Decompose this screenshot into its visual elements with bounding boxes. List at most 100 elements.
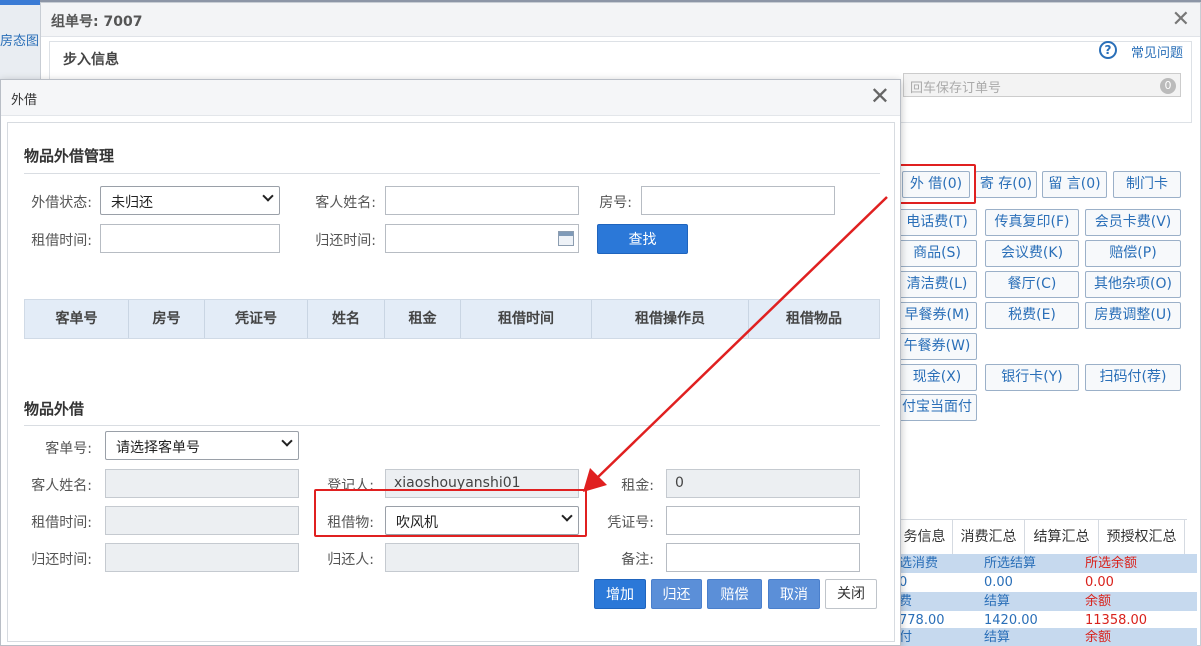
column-header[interactable]: 租借物品	[749, 300, 879, 338]
room-number-input[interactable]	[641, 186, 835, 215]
status-label: 外借状态:	[31, 195, 92, 211]
lend-dialog: 外借 ✕ 物品外借管理 外借状态: 未归还 客人姓名: 房号: 租借时间: 归还…	[0, 79, 901, 646]
summary-cell: 0.00	[1085, 575, 1114, 590]
manage-section-title: 物品外借管理	[24, 147, 115, 165]
note-label: 备注:	[621, 552, 654, 568]
deposit-button[interactable]: 寄 存(0)	[975, 171, 1037, 198]
status-select[interactable]: 未归还	[100, 186, 280, 215]
folio-title: 组单号: 7007	[51, 14, 143, 30]
item-select-highlight	[314, 489, 587, 537]
lend-section-title: 物品外借	[24, 400, 85, 418]
compensate-button[interactable]: 赔偿	[707, 579, 762, 609]
return-time-input[interactable]	[385, 224, 579, 253]
summary-row: 选消费 所选结算 所选余额	[897, 554, 1197, 573]
chevron-down-icon	[281, 435, 293, 447]
tab-preauth-summary[interactable]: 预授权汇总	[1099, 520, 1185, 554]
tab-room-status[interactable]: 房态图	[0, 30, 40, 52]
misc-button[interactable]: 其他杂项(O)	[1085, 271, 1181, 298]
compensation-button[interactable]: 赔偿(P)	[1085, 240, 1181, 267]
tax-button[interactable]: 税费(E)	[985, 302, 1079, 329]
lunch-voucher-button[interactable]: 午餐券(W)	[897, 333, 977, 360]
tab-settlement-summary[interactable]: 结算汇总	[1025, 520, 1099, 554]
close-icon[interactable]: ✕	[1172, 7, 1190, 32]
status-select-value: 未归还	[111, 195, 153, 211]
lend-dialog-title: 外借	[11, 93, 38, 108]
rent-time-field	[105, 506, 299, 535]
cash-button[interactable]: 现金(X)	[897, 364, 977, 391]
room-number-label: 房号:	[599, 195, 632, 211]
rent-time-label: 租借时间:	[31, 515, 92, 531]
voucher-label: 凭证号:	[607, 515, 654, 531]
summary-cell: 余额	[1085, 630, 1112, 645]
cancel-button[interactable]: 取消	[768, 579, 820, 609]
guest-name-input[interactable]	[385, 186, 579, 215]
summary-row: 0 0.00 0.00	[897, 573, 1197, 592]
scan-pay-button[interactable]: 扫码付(荐)	[1085, 364, 1181, 391]
fax-copy-button[interactable]: 传真复印(F)	[985, 209, 1079, 236]
note-input[interactable]	[666, 543, 860, 572]
divider	[24, 173, 880, 174]
close-button[interactable]: 关闭	[825, 579, 877, 609]
lend-dialog-body: 物品外借管理 外借状态: 未归还 客人姓名: 房号: 租借时间: 归还时间: 查…	[7, 122, 895, 642]
summary-cell: 所选结算	[984, 556, 1037, 571]
summary-row: 费 结算 余额	[897, 592, 1197, 611]
summary-row: 付 结算 余额	[897, 628, 1197, 646]
lend-dialog-title-bar: 外借 ✕	[1, 80, 900, 116]
rent-time-label: 租借时间:	[31, 233, 92, 249]
phone-fee-button[interactable]: 电话费(T)	[897, 209, 977, 236]
checkin-info-title: 步入信息	[61, 49, 121, 69]
rent-fee-field: 0	[666, 469, 860, 498]
faq-link[interactable]: 常见问题	[1131, 42, 1183, 61]
column-header[interactable]: 姓名	[308, 300, 385, 338]
summary-cell: 结算	[984, 630, 1011, 645]
column-header[interactable]: 凭证号	[205, 300, 308, 338]
summary-cell: 所选余额	[1085, 556, 1138, 571]
order-select-value: 请选择客单号	[116, 440, 200, 456]
column-header[interactable]: 房号	[129, 300, 205, 338]
summary-cell: 选消费	[899, 556, 939, 571]
lend-records-table-header: 客单号 房号 凭证号 姓名 租金 租借时间 租借操作员 租借物品	[24, 299, 880, 339]
summary-cell: 0.00	[984, 575, 1013, 590]
order-number-input[interactable]: 回车保存订单号 0	[903, 73, 1181, 97]
column-header[interactable]: 租借操作员	[592, 300, 749, 338]
top-accent-bar	[0, 0, 40, 5]
folio-title-bar: 组单号: 7007 ✕	[41, 3, 1200, 37]
meeting-fee-button[interactable]: 会议费(K)	[985, 240, 1079, 267]
return-time-field	[105, 543, 299, 572]
column-header[interactable]: 客单号	[25, 300, 129, 338]
column-header[interactable]: 租借时间	[461, 300, 592, 338]
voucher-input[interactable]	[666, 506, 860, 535]
bank-card-button[interactable]: 银行卡(Y)	[985, 364, 1079, 391]
breakfast-voucher-button[interactable]: 早餐券(M)	[897, 302, 977, 329]
room-fee-adjust-button[interactable]: 房费调整(U)	[1085, 302, 1181, 329]
rent-fee-label: 租金:	[621, 478, 654, 494]
alipay-button[interactable]: 付宝当面付	[897, 394, 977, 421]
summary-tabs: 务信息 消费汇总 结算汇总 预授权汇总	[897, 519, 1187, 554]
member-card-fee-button[interactable]: 会员卡费(V)	[1085, 209, 1181, 236]
column-header[interactable]: 租金	[385, 300, 461, 338]
summary-cell: 结算	[984, 594, 1011, 609]
lend-button-highlight	[897, 164, 976, 204]
make-card-button[interactable]: 制门卡	[1113, 171, 1181, 198]
calendar-icon[interactable]	[558, 231, 574, 246]
cleaning-fee-button[interactable]: 清洁费(L)	[897, 271, 977, 298]
order-number-placeholder: 回车保存订单号	[910, 81, 1002, 96]
goods-button[interactable]: 商品(S)	[897, 240, 977, 267]
search-button[interactable]: 查找	[597, 224, 688, 254]
help-icon[interactable]: ?	[1099, 41, 1117, 59]
order-label: 客单号:	[45, 441, 92, 457]
guest-name-field	[105, 469, 299, 498]
order-select[interactable]: 请选择客单号	[105, 431, 299, 460]
tab-account-info[interactable]: 务信息	[897, 520, 953, 554]
restaurant-button[interactable]: 餐厅(C)	[985, 271, 1079, 298]
return-button[interactable]: 归还	[651, 579, 702, 609]
summary-cell: 余额	[1085, 594, 1112, 609]
return-time-label: 归还时间:	[31, 552, 92, 568]
message-button[interactable]: 留 言(0)	[1042, 171, 1107, 198]
rent-time-input[interactable]	[100, 224, 280, 253]
return-time-label: 归还时间:	[315, 233, 376, 249]
close-icon[interactable]: ✕	[870, 84, 890, 108]
add-button[interactable]: 增加	[594, 579, 646, 609]
chevron-down-icon	[262, 190, 274, 202]
tab-consumption-summary[interactable]: 消费汇总	[953, 520, 1025, 554]
